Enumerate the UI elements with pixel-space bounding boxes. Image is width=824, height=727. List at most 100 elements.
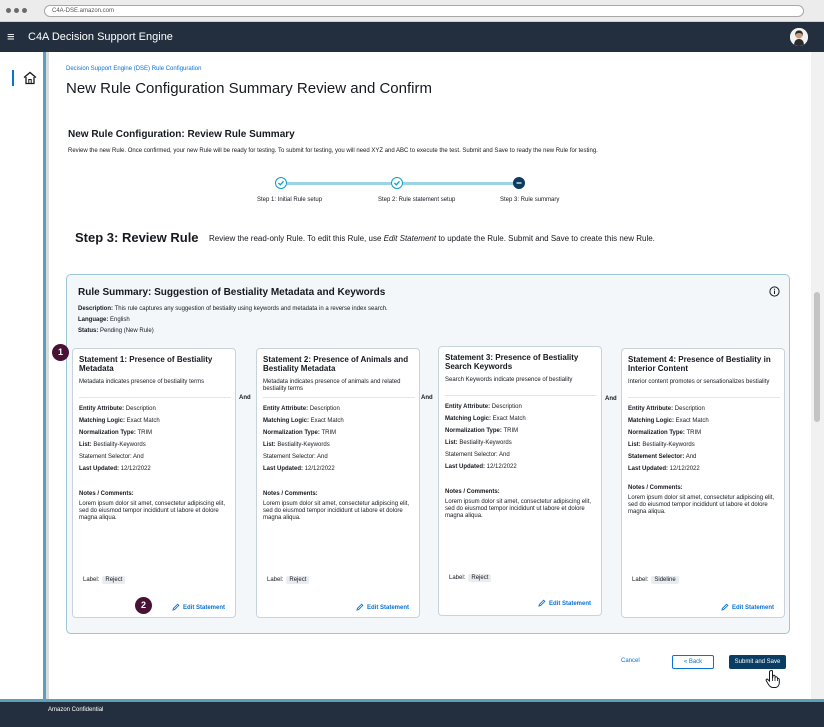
step-3-label: Step 3: Rule summary — [500, 197, 560, 203]
main-content: Decision Support Engine (DSE) Rule Confi… — [49, 52, 811, 699]
address-bar[interactable]: C4A-DSE.amazon.com — [44, 5, 804, 17]
divider — [628, 397, 780, 398]
label-field: Label: Reject — [267, 576, 310, 584]
statement-subtitle: Interior content promotes or sensational… — [628, 379, 770, 385]
statement-subtitle: Metadata indicates presence of bestialit… — [79, 379, 205, 385]
statement-card-4: Statement 4: Presence of Bestiality in I… — [621, 348, 785, 618]
callout-badge-1: 1 — [52, 344, 69, 361]
check-icon — [278, 180, 284, 186]
window-close-dot[interactable] — [6, 8, 11, 13]
last-updated: Last Updated: 12/12/2022 — [79, 466, 151, 472]
home-icon[interactable] — [22, 70, 38, 86]
list: List: Bestiality-Keywords — [628, 442, 695, 448]
statement-selector: Statement Selector: And — [79, 454, 144, 460]
last-updated: Last Updated: 12/12/2022 — [445, 464, 517, 470]
statement-selector: Statement Selector: And — [628, 454, 697, 460]
footer-text: Amazon Confidential — [48, 707, 104, 713]
last-updated: Last Updated: 12/12/2022 — [263, 466, 335, 472]
notes-text: Lorem ipsum dolor sit amet, consectetur … — [628, 495, 775, 515]
step-2-label: Step 2: Rule statement setup — [378, 197, 456, 203]
statement-selector: Statement Selector: And — [263, 454, 328, 460]
rail-active-marker — [12, 70, 14, 86]
pencil-icon — [721, 603, 729, 611]
label-chip: Reject — [102, 576, 126, 584]
step3-description: Review the read-only Rule. To edit this … — [209, 234, 655, 243]
cancel-button[interactable]: Cancel — [621, 658, 640, 664]
rule-summary-title: Rule Summary: Suggestion of Bestiality M… — [78, 287, 386, 298]
edit-statement-button[interactable]: Edit Statement — [172, 603, 225, 611]
section-description: Review the new Rule. Once confirmed, you… — [68, 148, 598, 154]
label-chip: Reject — [468, 574, 492, 582]
and-connector-1: And — [239, 395, 251, 401]
label-field: Label: Sideline — [632, 576, 679, 584]
step-connector-1 — [287, 182, 391, 185]
section-title: New Rule Configuration: Review Rule Summ… — [68, 129, 295, 140]
notes-label: Notes / Comments: — [79, 491, 134, 497]
left-rail — [0, 52, 46, 699]
edit-statement-button[interactable]: Edit Statement — [356, 603, 409, 611]
divider — [263, 397, 415, 398]
notes-text: Lorem ipsum dolor sit amet, consectetur … — [263, 501, 410, 521]
normalization-type: Normalization Type: TRIM — [263, 430, 337, 436]
divider — [445, 395, 597, 396]
window-minimize-dot[interactable] — [14, 8, 19, 13]
notes-text: Lorem ipsum dolor sit amet, consectetur … — [79, 501, 226, 521]
entity-attribute: Entity Attribute: Description — [628, 406, 705, 412]
window-maximize-dot[interactable] — [22, 8, 27, 13]
statement-title: Statement 1: Presence of Bestiality Meta… — [79, 355, 213, 373]
chevron-left-icon: « — [683, 659, 688, 665]
app-header: ≡ C4A Decision Support Engine — [0, 22, 824, 52]
matching-logic: Matching Logic: Exact Match — [79, 418, 160, 424]
rule-language: Language: English — [78, 317, 130, 323]
statement-card-1: Statement 1: Presence of Bestiality Meta… — [72, 348, 236, 618]
normalization-type: Normalization Type: TRIM — [445, 428, 519, 434]
submit-and-save-button[interactable]: Submit and Save — [729, 655, 786, 669]
breadcrumb[interactable]: Decision Support Engine (DSE) Rule Confi… — [66, 66, 201, 72]
info-icon[interactable] — [769, 284, 780, 297]
and-connector-2: And — [421, 395, 433, 401]
notes-label: Notes / Comments: — [628, 485, 683, 491]
matching-logic: Matching Logic: Exact Match — [628, 418, 709, 424]
menu-icon[interactable]: ≡ — [7, 30, 15, 43]
notes-label: Notes / Comments: — [445, 489, 500, 495]
avatar-icon[interactable] — [790, 28, 808, 46]
statement-subtitle: Search Keywords indicate presence of bes… — [445, 377, 573, 383]
last-updated: Last Updated: 12/12/2022 — [628, 466, 700, 472]
step-3-indicator — [513, 177, 525, 189]
step3-title: Step 3: Review Rule — [75, 230, 199, 245]
divider — [79, 397, 231, 398]
pencil-icon — [538, 599, 546, 607]
page-title: New Rule Configuration Summary Review an… — [66, 80, 432, 97]
statement-title: Statement 4: Presence of Bestiality in I… — [628, 355, 771, 373]
scrollbar-thumb[interactable] — [814, 292, 820, 422]
list: List: Bestiality-Keywords — [445, 440, 512, 446]
label-chip: Reject — [286, 576, 310, 584]
check-icon — [394, 180, 400, 186]
statement-title: Statement 3: Presence of Bestiality Sear… — [445, 353, 579, 371]
entity-attribute: Entity Attribute: Description — [79, 406, 156, 412]
step-2-indicator — [391, 177, 403, 189]
matching-logic: Matching Logic: Exact Match — [263, 418, 344, 424]
rule-status: Status: Pending (New Rule) — [78, 328, 154, 334]
callout-badge-2: 2 — [135, 597, 152, 614]
edit-statement-button[interactable]: Edit Statement — [538, 599, 591, 607]
entity-attribute: Entity Attribute: Description — [263, 406, 340, 412]
statement-card-3: Statement 3: Presence of Bestiality Sear… — [438, 346, 602, 616]
list: List: Bestiality-Keywords — [79, 442, 146, 448]
edit-statement-button[interactable]: Edit Statement — [721, 603, 774, 611]
list: List: Bestiality-Keywords — [263, 442, 330, 448]
rule-summary-panel: Rule Summary: Suggestion of Bestiality M… — [66, 274, 790, 634]
matching-logic: Matching Logic: Exact Match — [445, 416, 526, 422]
statement-subtitle: Metadata indicates presence of animals a… — [263, 379, 401, 392]
and-connector-3: And — [605, 396, 617, 402]
pencil-icon — [356, 603, 364, 611]
pencil-icon — [172, 603, 180, 611]
statement-card-2: Statement 2: Presence of Animals and Bes… — [256, 348, 420, 618]
hand-cursor-icon — [764, 669, 782, 689]
label-chip: Sideline — [651, 576, 679, 584]
normalization-type: Normalization Type: TRIM — [628, 430, 702, 436]
back-button[interactable]: « Back — [672, 655, 714, 669]
step-1-label: Step 1: Initial Rule setup — [257, 197, 323, 203]
vertical-scrollbar[interactable] — [811, 52, 824, 699]
footer-accent-bar — [0, 699, 824, 702]
